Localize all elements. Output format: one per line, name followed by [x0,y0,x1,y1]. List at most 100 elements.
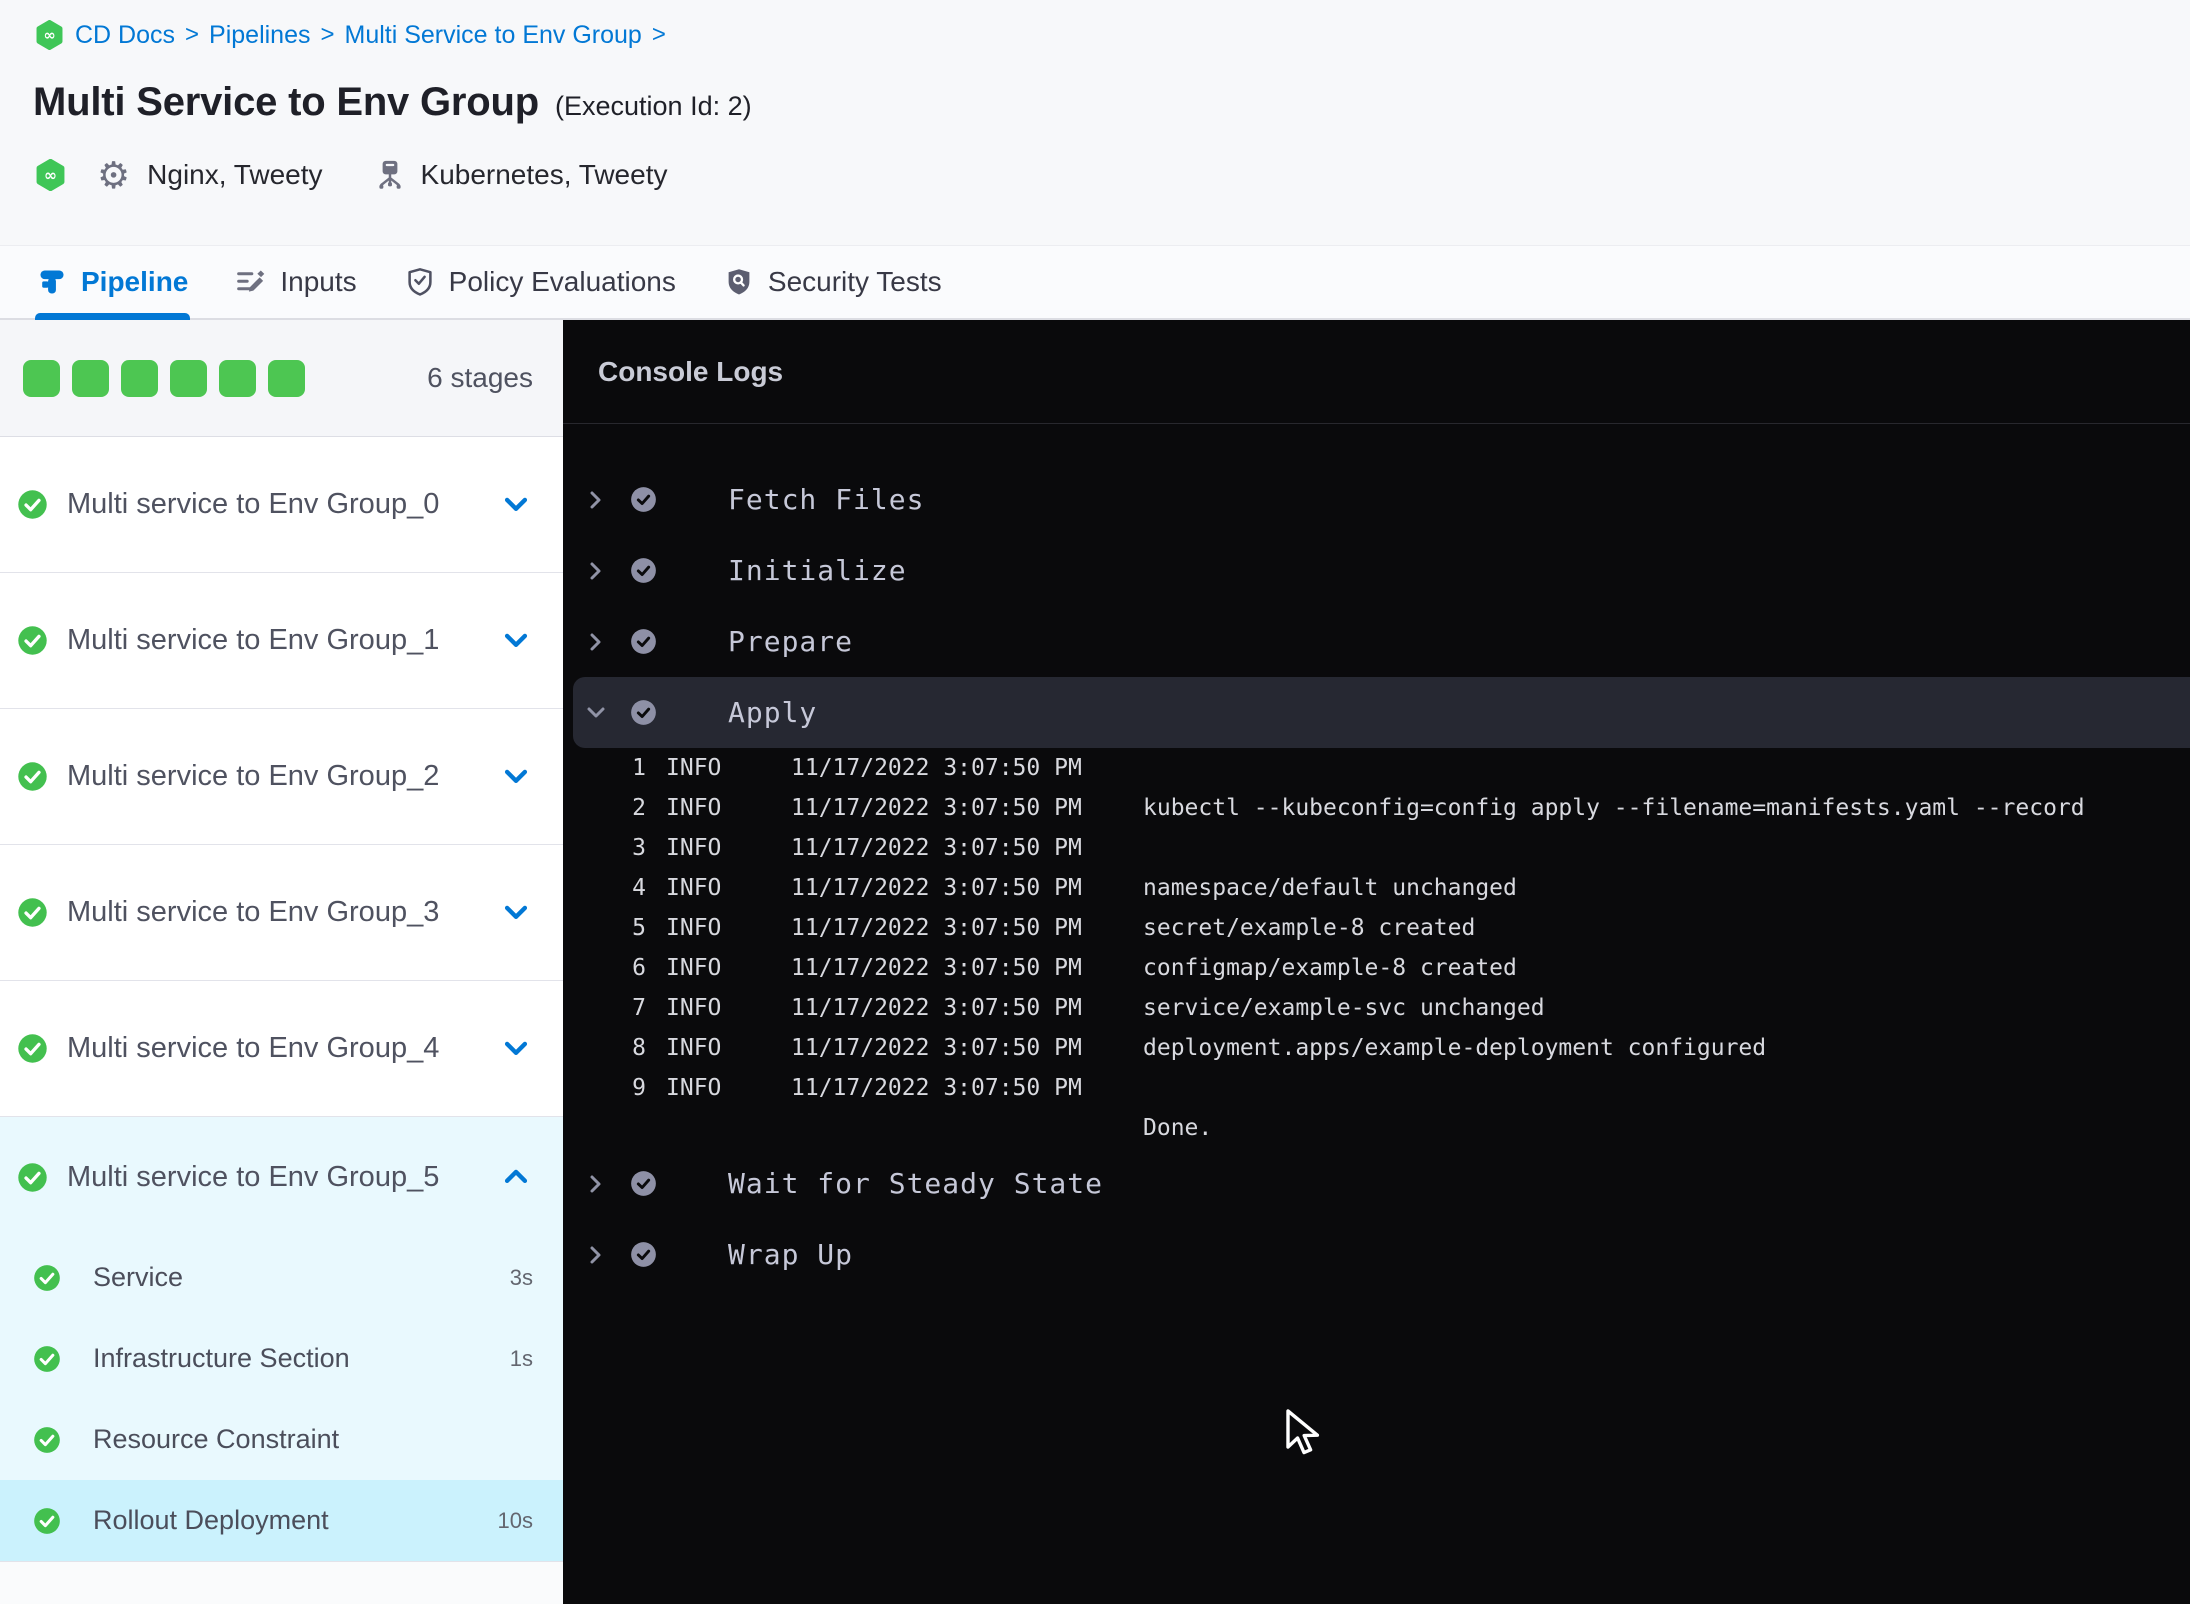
step-status-icon [630,1170,657,1197]
console-step-row[interactable]: Prepare [563,606,2190,677]
step-success-icon [33,1344,61,1373]
log-line: Done. [563,1108,2190,1148]
stage-progress-squares [23,359,317,397]
tab-bar: Pipeline Inputs Policy Evaluations Secur… [0,245,2190,320]
breadcrumb-separator: > [320,21,335,48]
log-message: deployment.apps/example-deployment confi… [1143,1035,1767,1061]
chevron-right-icon[interactable] [585,631,607,653]
chevron-down-icon[interactable] [502,899,530,927]
stage-row[interactable]: Multi service to Env Group_5 [0,1117,563,1237]
chevron-down-icon[interactable] [585,702,607,724]
chevron-down-icon[interactable] [502,763,530,791]
harness-cd-icon [36,159,65,191]
step-status-icon [630,699,657,726]
log-message: namespace/default unchanged [1143,875,1517,901]
step-status-icon [630,486,657,513]
chevron-right-icon[interactable] [585,489,607,511]
chevron-down-icon[interactable] [502,1035,530,1063]
page-title: Multi Service to Env Group [33,80,539,124]
stage-name: Multi service to Env Group_2 [67,760,440,792]
stage-name: Multi service to Env Group_4 [67,1032,440,1064]
tab[interactable]: Policy Evaluations [403,246,678,318]
step-row[interactable]: Service 3s [0,1237,563,1318]
log-line-number: 5 [632,915,646,941]
step-row[interactable]: Infrastructure Section 1s [0,1318,563,1399]
log-level: INFO [666,755,722,781]
stage-row[interactable]: Multi service to Env Group_4 [0,981,563,1116]
stage-row[interactable]: Multi service to Env Group_0 [0,437,563,572]
chevron-right-icon[interactable] [585,1244,607,1266]
stage-name: Multi service to Env Group_0 [67,488,440,520]
tab-label: Pipeline [81,266,189,297]
chevron-down-icon[interactable] [502,627,530,655]
log-message: configmap/example-8 created [1143,955,1517,981]
stage-success-icon [17,1033,48,1064]
log-timestamp: 11/17/2022 3:07:50 PM [791,755,1082,781]
stage-success-icon [17,897,48,928]
chevron-right-icon[interactable] [585,1173,607,1195]
console-step-row[interactable]: Wrap Up [563,1219,2190,1290]
stage-progress-square [121,359,158,397]
console-title: Console Logs [598,355,784,387]
log-line-number: 1 [632,755,646,781]
log-line-number: 9 [632,1075,646,1101]
tab[interactable]: Security Tests [722,246,944,318]
stage-name: Multi service to Env Group_5 [67,1160,440,1193]
log-level: INFO [666,1035,722,1061]
sidebar-filler [0,1562,563,1604]
log-level: INFO [666,795,722,821]
pipeline-execution-page: CD Docs > Pipelines > Multi Service to E… [0,0,2190,1604]
stage-group: Multi service to Env Group_0 [0,437,563,573]
stage-row[interactable]: Multi service to Env Group_1 [0,573,563,708]
stage-progress-square [170,359,207,397]
console-step-row[interactable]: Initialize [563,535,2190,606]
log-timestamp: 11/17/2022 3:07:50 PM [791,955,1082,981]
stage-group: Multi service to Env Group_4 [0,981,563,1117]
log-line-number: 6 [632,955,646,981]
log-timestamp: 11/17/2022 3:07:50 PM [791,915,1082,941]
step-name: Infrastructure Section [93,1343,350,1373]
log-level: INFO [666,955,722,981]
console-step-row[interactable]: Wait for Steady State [563,1148,2190,1219]
console-step-name: Fetch Files [728,483,925,516]
services-summary: ⚙ Nginx, Tweety Kubernetes, Tweety [36,151,2190,199]
step-row[interactable]: Resource Constraint [0,1399,563,1480]
stage-count-label: 6 stages [427,362,533,393]
breadcrumb-link[interactable]: Pipelines [209,21,310,50]
console-step-name: Wait for Steady State [728,1167,1104,1200]
page-header: CD Docs > Pipelines > Multi Service to E… [0,0,2190,245]
stage-group: Multi service to Env Group_1 [0,573,563,709]
log-line-number: 3 [632,835,646,861]
breadcrumb-separator: > [651,21,666,48]
step-status-icon [630,557,657,584]
chevron-up-icon[interactable] [502,1163,530,1191]
stage-row[interactable]: Multi service to Env Group_3 [0,845,563,980]
tab[interactable]: Inputs [234,246,358,318]
log-timestamp: 11/17/2022 3:07:50 PM [791,1035,1082,1061]
step-name: Service [93,1262,184,1292]
log-line: 5 INFO 11/17/2022 3:07:50 PM secret/exam… [563,908,2190,948]
step-row[interactable]: Rollout Deployment 10s [0,1480,563,1561]
stage-row[interactable]: Multi service to Env Group_2 [0,709,563,844]
stage-progress-square [72,359,109,397]
stages-summary-bar: 6 stages [0,320,563,437]
stage-success-icon [17,761,48,792]
log-timestamp: 11/17/2022 3:07:50 PM [791,1075,1082,1101]
console-step-row[interactable]: Fetch Files [563,464,2190,535]
console-step-row[interactable]: Apply [573,677,2190,748]
stage-progress-square [268,359,305,397]
console-header: Console Logs [563,320,2190,424]
tab[interactable]: Pipeline [35,246,191,320]
environments-icon [378,160,401,189]
pipeline-icon [37,267,67,297]
log-level: INFO [666,835,722,861]
stage-list: Multi service to Env Group_0 Multi servi… [0,437,563,1562]
step-duration: 3s [509,1264,533,1290]
stage-success-icon [17,625,48,656]
breadcrumb-link[interactable]: CD Docs [75,21,175,50]
breadcrumb-link[interactable]: Multi Service to Env Group [345,21,642,50]
chevron-down-icon[interactable] [502,491,530,519]
log-message: kubectl --kubeconfig=config apply --file… [1143,795,2085,821]
console-logs-panel: Console Logs Fetch Files Initialize Prep… [563,320,2190,1604]
chevron-right-icon[interactable] [585,560,607,582]
